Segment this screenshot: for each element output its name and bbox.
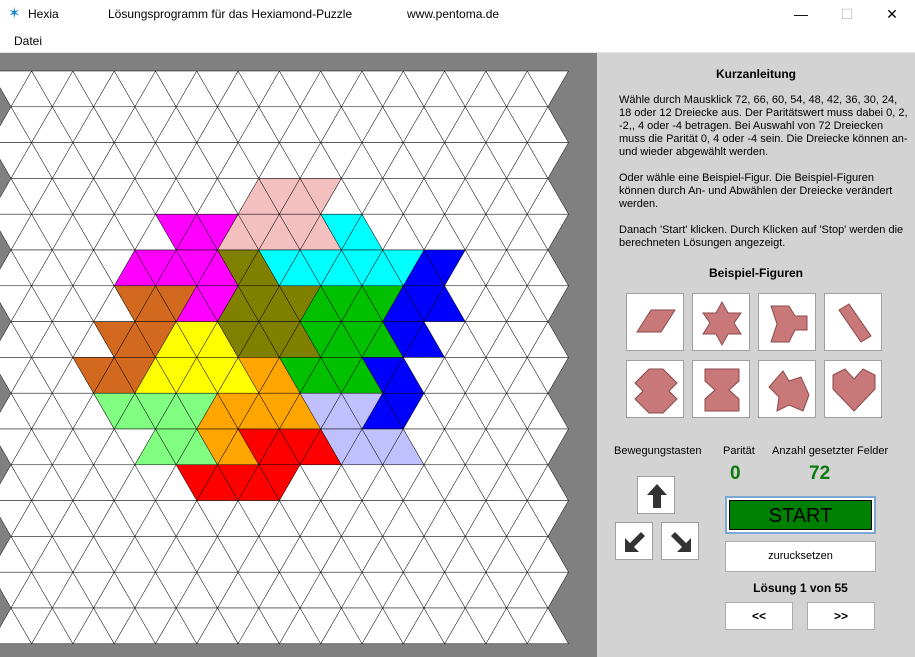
example-figure-jagged-shape[interactable] (758, 360, 816, 418)
triangle-blob-icon (770, 305, 808, 343)
hexagram-figure-icon (702, 300, 742, 347)
website-label: www.pentoma.de (407, 7, 500, 21)
example-figure-hexagram[interactable] (692, 293, 750, 351)
move-down-right-button[interactable] (661, 522, 699, 560)
app-title: Hexia (28, 7, 59, 21)
close-icon: ✕ (886, 6, 898, 22)
instructions-heading: Kurzanleitung (716, 67, 796, 81)
arrow-up-icon (647, 484, 667, 508)
window-subtitle: Lösungsprogramm für das Hexiamond-Puzzle (108, 7, 353, 21)
move-up-button[interactable] (637, 476, 675, 514)
start-button[interactable]: START (725, 496, 876, 534)
maximize-button[interactable]: ☐ (824, 0, 870, 30)
example-figure-arrow-hex[interactable] (626, 360, 684, 418)
instruction-text-3: Danach 'Start' klicken. Durch Klicken au… (619, 224, 904, 249)
reset-button[interactable]: zurucksetzen (725, 541, 876, 572)
control-panel: Kurzanleitung Wähle durch Mausklick 72, … (597, 53, 915, 657)
hexagram-icon: ✶ (8, 5, 21, 22)
example-figure-heart[interactable] (824, 360, 882, 418)
next-solution-button[interactable]: >> (807, 602, 875, 630)
parity-label: Parität (723, 445, 755, 457)
jagged-shape-icon (768, 370, 810, 412)
examples-heading: Beispiel-Figuren (708, 266, 803, 280)
menu-bar: Datei (0, 30, 915, 53)
example-figure-diagonal-bar[interactable] (824, 293, 882, 351)
triangle-grid[interactable] (0, 53, 597, 657)
solution-counter: Lösung 1 von 55 (753, 581, 848, 595)
minimize-icon: — (794, 6, 808, 22)
parallelogram-icon (636, 309, 676, 333)
previous-solution-button[interactable]: << (725, 602, 793, 630)
move-down-left-button[interactable] (615, 522, 653, 560)
arrow-hex-icon (634, 368, 678, 414)
example-figure-triangle-blob[interactable] (758, 293, 816, 351)
hourglass-icon (704, 368, 740, 412)
puzzle-board (0, 53, 597, 657)
instruction-text-1: Wähle durch Mausklick 72, 66, 60, 54, 48… (619, 94, 908, 158)
set-fields-label: Anzahl gesetzter Felder (772, 445, 889, 457)
heart-icon (832, 368, 876, 412)
set-fields-value: 72 (809, 463, 831, 484)
parity-value: 0 (730, 463, 741, 484)
title-bar: ✶ Hexia Lösungsprogramm für das Hexiamon… (0, 0, 915, 30)
example-figure-hourglass[interactable] (692, 360, 750, 418)
minimize-button[interactable]: — (778, 0, 824, 30)
movement-keys-label: Bewegungstasten (614, 445, 702, 457)
example-figure-parallelogram[interactable] (626, 293, 684, 351)
arrow-down-right-icon (671, 532, 691, 552)
menu-item-datei[interactable]: Datei (14, 34, 42, 48)
diagonal-bar-icon (838, 303, 872, 343)
arrow-down-left-icon (625, 532, 645, 552)
close-button[interactable]: ✕ (869, 0, 915, 30)
start-label: START (729, 500, 872, 530)
maximize-icon: ☐ (840, 6, 854, 22)
instruction-text-2: Oder wähle eine Beispiel-Figur. Die Beis… (619, 172, 893, 210)
